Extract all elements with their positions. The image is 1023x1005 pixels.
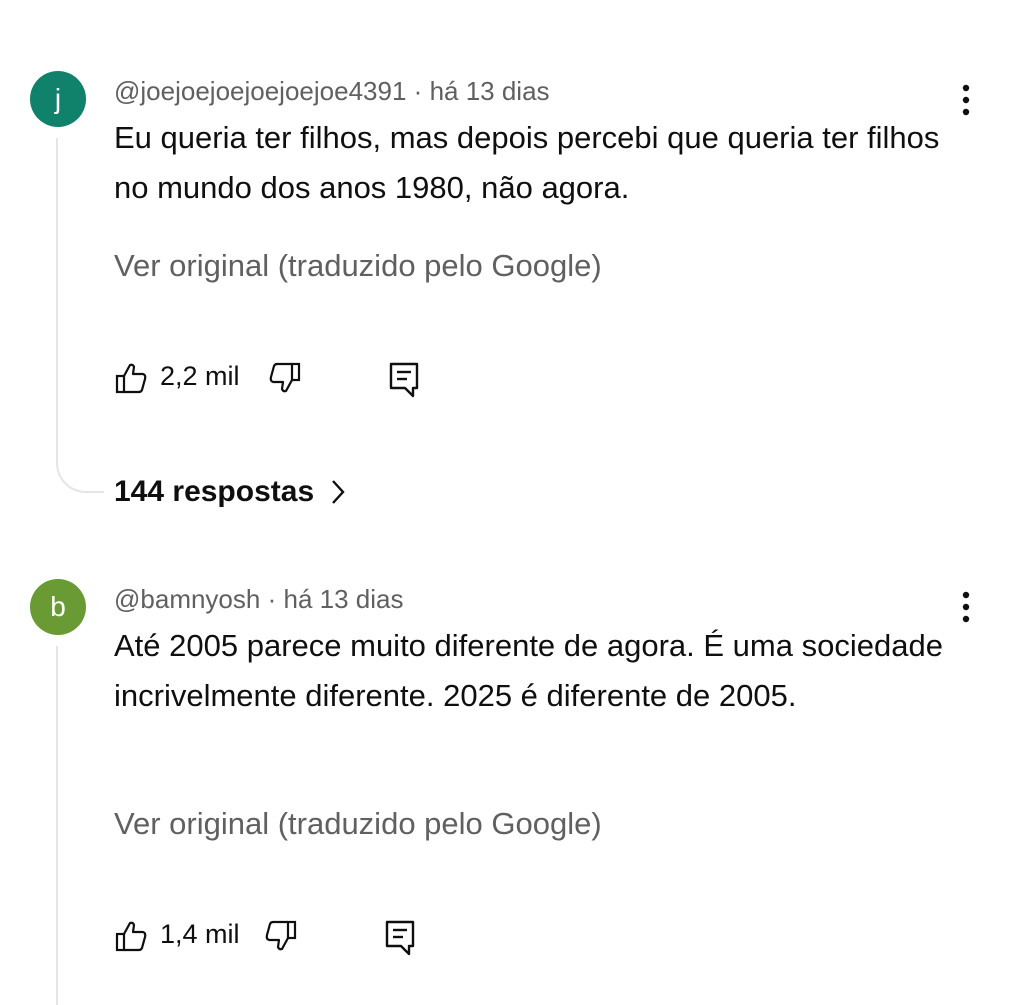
comment-text: Até 2005 parece muito diferente de agora… bbox=[114, 628, 943, 713]
thread-line bbox=[56, 646, 58, 1005]
meta-separator: · bbox=[267, 584, 277, 614]
avatar[interactable]: b bbox=[30, 579, 86, 635]
chevron-right-icon bbox=[332, 480, 345, 504]
meta-separator: · bbox=[413, 76, 423, 106]
comment-meta: @bamnyosh · há 13 dias bbox=[114, 584, 403, 615]
reply-icon[interactable] bbox=[384, 919, 416, 957]
dislike-icon[interactable] bbox=[264, 919, 298, 953]
comment-actions: 2,2 mil bbox=[114, 359, 434, 399]
more-vert-icon[interactable] bbox=[950, 80, 982, 120]
translate-toggle[interactable]: Ver original (traduzido pelo Google) bbox=[114, 248, 602, 284]
comment-text: Eu queria ter filhos, mas depois percebi… bbox=[114, 120, 940, 205]
author-handle[interactable]: @joejoejoejoejoejoe4391 bbox=[114, 76, 406, 106]
like-icon[interactable] bbox=[114, 361, 148, 395]
avatar[interactable]: j bbox=[30, 71, 86, 127]
comment-time: há 13 dias bbox=[429, 76, 550, 106]
thread-curve bbox=[56, 451, 104, 493]
view-replies-button[interactable]: 144 respostas bbox=[114, 475, 346, 509]
previous-comment-actions-clipped bbox=[116, 0, 176, 4]
comment-actions: 1,4 mil bbox=[114, 917, 434, 957]
like-count: 2,2 mil bbox=[160, 361, 240, 391]
like-icon[interactable] bbox=[114, 919, 148, 953]
comment-time: há 13 dias bbox=[283, 584, 404, 614]
more-vert-icon[interactable] bbox=[950, 587, 982, 627]
reply-icon[interactable] bbox=[388, 361, 420, 399]
thread-line bbox=[56, 138, 58, 451]
replies-count: 144 respostas bbox=[114, 475, 315, 508]
author-handle[interactable]: @bamnyosh bbox=[114, 584, 260, 614]
comment-meta: @joejoejoejoejoejoe4391 · há 13 dias bbox=[114, 76, 550, 107]
like-count: 1,4 mil bbox=[160, 919, 240, 949]
dislike-icon[interactable] bbox=[268, 361, 302, 395]
translate-toggle[interactable]: Ver original (traduzido pelo Google) bbox=[114, 806, 602, 842]
